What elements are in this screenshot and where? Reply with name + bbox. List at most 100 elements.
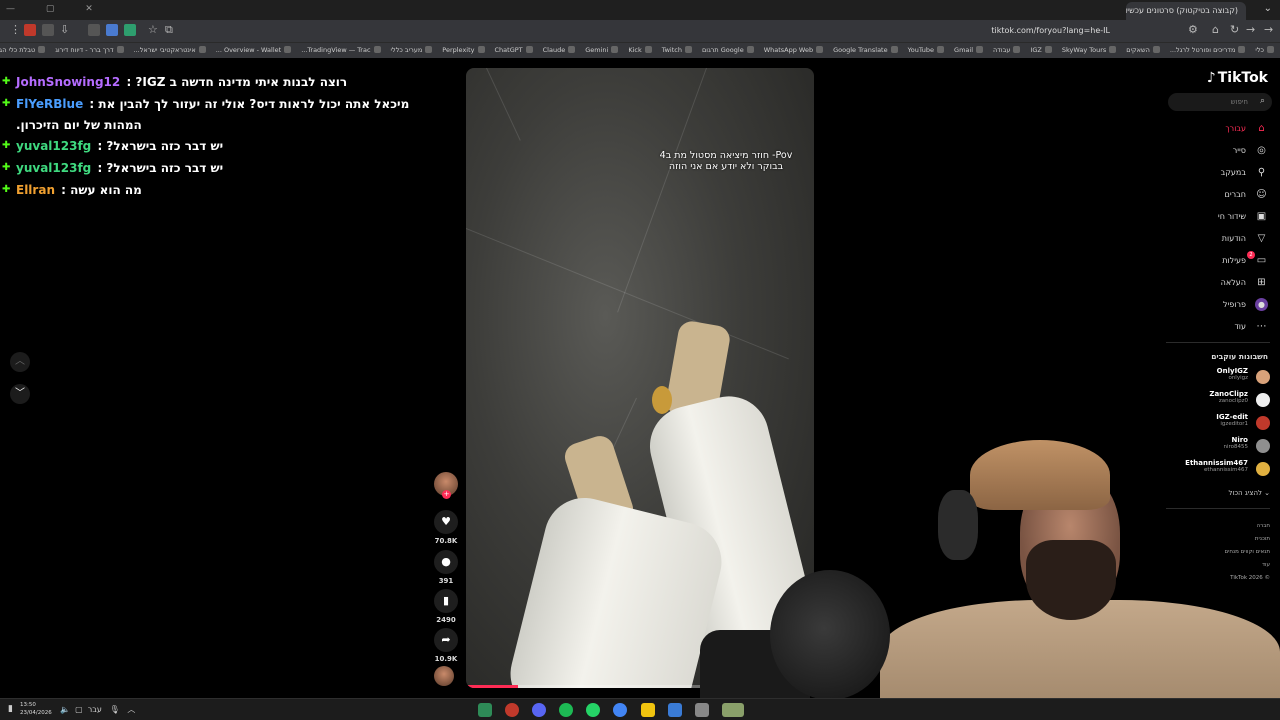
bookmark-item[interactable]: Gemini <box>585 46 618 54</box>
nav-explore[interactable]: סייר ◎ <box>1160 140 1270 162</box>
media-player-icon[interactable] <box>478 703 492 717</box>
creator-avatar-button[interactable]: + <box>434 472 458 499</box>
language-indicator[interactable]: עבר <box>88 705 102 714</box>
comment-button[interactable]: ● 391 <box>434 550 458 585</box>
nav-profile[interactable]: פרופיל ● <box>1160 294 1270 316</box>
nav-for-you[interactable]: עבורך ⌂ <box>1160 118 1270 140</box>
bookmark-item[interactable]: ChatGPT <box>495 46 533 54</box>
chat-username[interactable]: yuval123fg <box>16 161 91 175</box>
bookmark-item[interactable]: Perplexity <box>442 46 484 54</box>
bookmark-item[interactable]: IGZ <box>1030 46 1051 54</box>
bookmark-item[interactable]: Kick <box>628 46 651 54</box>
bookmark-item[interactable]: WhatsApp Web <box>764 46 823 54</box>
chrome-icon[interactable] <box>613 703 628 717</box>
bookmark-item[interactable]: Gmail <box>954 46 983 54</box>
photos-icon[interactable] <box>667 703 682 717</box>
install-app-icon[interactable]: ⧉ <box>165 23 173 37</box>
comment-icon: ● <box>434 550 458 574</box>
bookmark-item[interactable]: עבודה <box>993 46 1020 54</box>
bookmark-item[interactable]: השאקים <box>1126 46 1160 54</box>
download-icon[interactable]: ⇩ <box>60 23 69 36</box>
following-account[interactable]: ZanoClipz zanoclipz0 <box>1140 390 1270 413</box>
whatsapp-icon[interactable] <box>586 703 601 717</box>
back-icon[interactable]: → <box>1264 23 1273 36</box>
next-video-button[interactable]: ﹀ <box>10 384 30 404</box>
spotify-icon[interactable] <box>559 703 574 717</box>
site-settings-icon[interactable]: ⚙ <box>1188 23 1198 36</box>
following-account[interactable]: OnlyIGZ onlyigz <box>1140 367 1270 390</box>
bookmark-item[interactable]: Twitch <box>662 46 692 54</box>
bookmark-item[interactable]: Overview - Wallet ... <box>216 46 292 54</box>
file-explorer-icon[interactable] <box>640 703 655 717</box>
sound-avatar-button[interactable] <box>434 666 458 686</box>
mic-icon[interactable]: 🎙 <box>110 705 120 714</box>
extension-icon[interactable] <box>24 24 36 36</box>
extension-icon[interactable] <box>106 24 118 36</box>
kick-badge-icon: ✚ <box>2 140 11 151</box>
nav-messages[interactable]: הודעות ▽ <box>1160 228 1270 250</box>
account-handle: zanoclipz0 <box>1218 398 1248 404</box>
bookmark-item[interactable]: TradingView — Trac... <box>301 46 380 54</box>
nav-upload[interactable]: העלאה ⊞ <box>1160 272 1270 294</box>
share-button[interactable]: ➦ 10.9K <box>434 628 458 663</box>
nav-more[interactable]: עוד ⋯ <box>1160 316 1270 338</box>
bookmark-item[interactable]: מדריכים ופורטל לרגל... <box>1170 46 1246 54</box>
tab-active[interactable]: (קבוצה בטיקטוק) סרטונים עכשיו | TikTok <box>1126 2 1246 20</box>
app-icon[interactable] <box>721 703 744 717</box>
nav-friends[interactable]: חברים ☺ <box>1160 184 1270 206</box>
chat-username[interactable]: FlYeRBlue <box>16 97 83 111</box>
profile-icon: ● <box>1255 298 1268 311</box>
home-icon[interactable]: ⌂ <box>1212 23 1219 36</box>
like-button[interactable]: ♥ 70.8K <box>434 510 458 545</box>
reload-icon[interactable]: ↻ <box>1230 23 1239 36</box>
tray-overflow-icon[interactable]: ︿ <box>127 705 135 714</box>
nav-activity[interactable]: פעילות ▭ 2 <box>1160 250 1270 272</box>
chat-username[interactable]: yuval123fg <box>16 139 91 153</box>
save-count: 2490 <box>436 616 456 624</box>
follow-plus-icon[interactable]: + <box>442 490 451 499</box>
heart-icon: ♥ <box>434 510 458 534</box>
window-controls[interactable]: — ▢ ✕ <box>6 4 107 14</box>
search-input[interactable]: חיפוש ⌕ <box>1168 93 1272 111</box>
discord-icon[interactable] <box>532 703 547 717</box>
extension-icon[interactable] <box>42 24 54 36</box>
nav-following[interactable]: במעקב ⚲ <box>1160 162 1270 184</box>
forward-icon[interactable]: → <box>1246 23 1255 36</box>
bookmark-item[interactable]: YouTube <box>908 46 944 54</box>
nav-live[interactable]: שידור חי ▣ <box>1160 206 1270 228</box>
extension-icon[interactable] <box>88 24 100 36</box>
volume-icon[interactable]: 🔈 <box>60 705 70 714</box>
avatar <box>1256 393 1270 407</box>
bookmark-item[interactable]: דרך ברר - דיווח דירוג <box>55 46 123 54</box>
share-count: 10.9K <box>434 655 458 663</box>
menu-icon[interactable]: ⋮ <box>10 23 21 36</box>
compass-icon: ◎ <box>1257 145 1266 156</box>
bookmark-item[interactable]: כלי <box>1255 46 1274 54</box>
tiktok-note-icon: ♪ <box>1206 70 1216 86</box>
screen-icon[interactable]: ▢ <box>75 705 83 714</box>
previous-video-button[interactable]: ︿ <box>10 352 30 372</box>
chat-text: רוצה לבנות איתי מדינה חדשה ב IGZ? <box>135 75 348 89</box>
tiktok-logo[interactable]: ♪ TikTok <box>1207 70 1268 86</box>
chat-username[interactable]: JohnSnowing12 <box>16 75 120 89</box>
bookmark-item[interactable]: SkyWay Tours <box>1062 46 1116 54</box>
taskbar-clock[interactable]: 13:50 23/04/2026 <box>20 701 52 717</box>
bookmark-item[interactable]: Google תרגום <box>702 46 754 54</box>
battery-icon[interactable]: ▮ <box>8 704 13 714</box>
bookmark-star-icon[interactable]: ☆ <box>148 23 158 36</box>
bookmark-item[interactable]: Claude <box>543 46 576 54</box>
obs-icon[interactable] <box>505 703 520 717</box>
bookmark-item[interactable]: טבלת כלי הבינה המ... <box>0 46 45 54</box>
app-icon[interactable] <box>694 703 709 717</box>
clock-date: 23/04/2026 <box>20 710 52 716</box>
chat-username[interactable]: Ellran <box>16 183 55 197</box>
browser-toolbar: ⋮ ⇩ ☆ ⧉ tiktok.com/foryou?lang=he-IL ⚙ ⌂… <box>0 20 1280 42</box>
save-button[interactable]: ▮ 2490 <box>434 589 458 624</box>
bookmark-item[interactable]: אינטראקטיבי ישראל... <box>134 46 206 54</box>
address-bar[interactable]: tiktok.com/foryou?lang=he-IL <box>210 23 1110 39</box>
tab-search-icon[interactable]: ⌄ <box>1264 3 1272 14</box>
bookmark-item[interactable]: Google Translate <box>833 46 898 54</box>
extension-icon[interactable] <box>124 24 136 36</box>
bookmark-item[interactable]: מעריב כללי <box>391 46 433 54</box>
avatar <box>1256 416 1270 430</box>
